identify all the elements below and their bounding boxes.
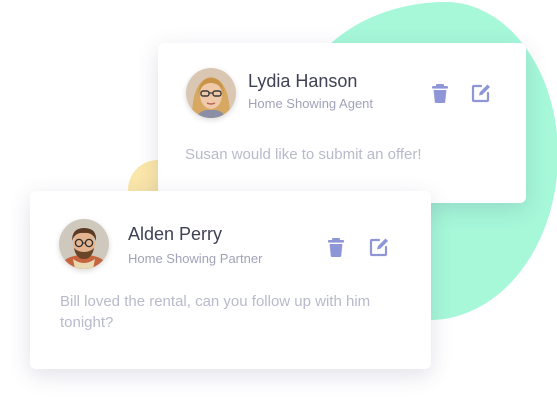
message-text: Susan would like to submit an offer! xyxy=(185,146,422,163)
delete-button[interactable] xyxy=(324,235,348,259)
message-text: Bill loved the rental, can you follow up… xyxy=(60,293,371,331)
trash-icon xyxy=(432,84,448,103)
notification-stage: Lydia Hanson Home Showing Agent Susan wo… xyxy=(0,0,557,408)
edit-icon xyxy=(471,84,490,103)
edit-icon xyxy=(369,238,388,257)
sender-role: Home Showing Agent xyxy=(248,96,374,111)
avatar xyxy=(186,68,236,118)
avatar-man-portrait xyxy=(59,219,109,269)
delete-button[interactable] xyxy=(428,81,452,105)
sender-name: Alden Perry xyxy=(128,224,223,244)
sender-name: Lydia Hanson xyxy=(248,71,358,91)
edit-button[interactable] xyxy=(367,235,391,259)
message-card-alden: Alden Perry Home Showing Partner Bill lo… xyxy=(30,191,431,369)
trash-icon xyxy=(328,238,344,257)
sender-role: Home Showing Partner xyxy=(128,251,263,266)
avatar xyxy=(59,219,109,269)
message-card-lydia: Lydia Hanson Home Showing Agent Susan wo… xyxy=(158,43,526,203)
avatar-woman-portrait xyxy=(186,68,236,118)
edit-button[interactable] xyxy=(469,81,493,105)
